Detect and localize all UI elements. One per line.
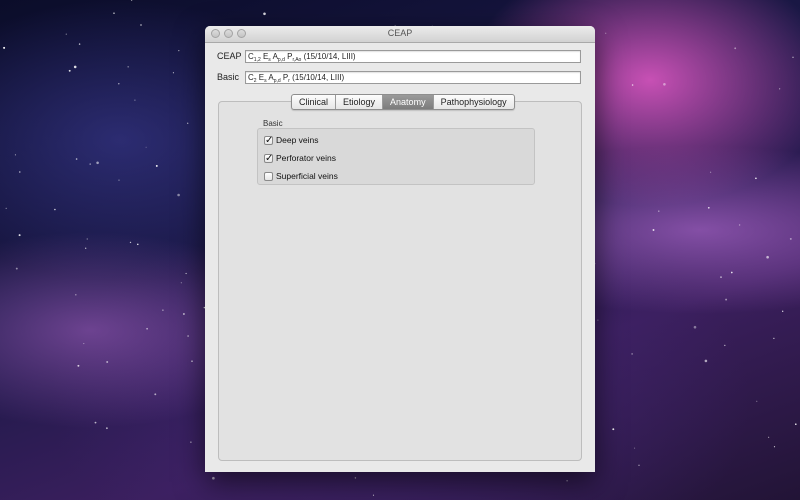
- ceap-label: CEAP: [217, 51, 242, 61]
- tab-bar: Clinical Etiology Anatomy Pathophysiolog…: [291, 94, 515, 110]
- superficial-veins-label: Superficial veins: [276, 171, 338, 181]
- tab-clinical[interactable]: Clinical: [292, 95, 337, 109]
- basic-field[interactable]: C2 Es Ap,d Pr (15/10/14, LIII): [245, 71, 581, 84]
- ceap-window: CEAP CEAP C1,2 Es Ap,d Pr,Ao (15/10/14, …: [205, 26, 595, 472]
- anatomy-group-label: Basic: [263, 119, 283, 128]
- superficial-veins-checkbox[interactable]: [264, 171, 273, 181]
- tab-anatomy[interactable]: Anatomy: [383, 95, 434, 109]
- superficial-veins-option[interactable]: Superficial veins: [264, 170, 338, 182]
- perforator-veins-checkbox[interactable]: ✓: [264, 153, 273, 163]
- tab-etiology[interactable]: Etiology: [336, 95, 384, 109]
- window-title: CEAP: [387, 28, 413, 38]
- deep-veins-option[interactable]: ✓ Deep veins: [264, 134, 319, 146]
- title-bar[interactable]: CEAP: [205, 26, 595, 43]
- tab-pathophysiology[interactable]: Pathophysiology: [434, 95, 514, 109]
- deep-veins-checkbox[interactable]: ✓: [264, 135, 273, 145]
- deep-veins-label: Deep veins: [276, 135, 319, 145]
- basic-label: Basic: [217, 72, 240, 82]
- perforator-veins-label: Perforator veins: [276, 153, 336, 163]
- ceap-field[interactable]: C1,2 Es Ap,d Pr,Ao (15/10/14, LIII): [245, 50, 581, 63]
- perforator-veins-option[interactable]: ✓ Perforator veins: [264, 152, 336, 164]
